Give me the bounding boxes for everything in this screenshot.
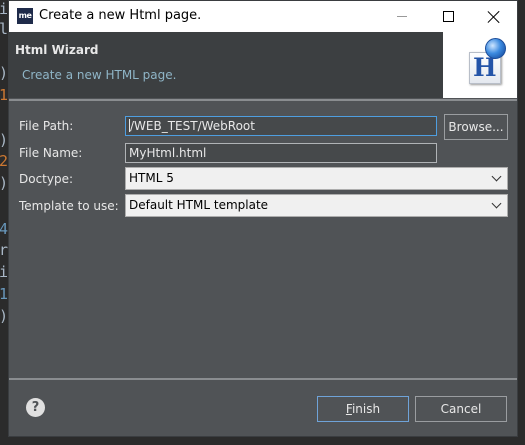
- footer-divider: [9, 378, 517, 380]
- file-name-label: File Name:: [19, 146, 83, 160]
- editor-background: i l ) 1 ) 2 ) 4 r i 1 ): [0, 0, 8, 445]
- editor-glyph: 4: [0, 220, 9, 238]
- editor-glyph: i: [0, 0, 9, 18]
- editor-glyph: 2: [0, 152, 9, 170]
- wizard-title: Html Wizard: [15, 43, 99, 57]
- maximize-button[interactable]: [425, 1, 471, 32]
- doctype-value: HTML 5: [129, 171, 174, 185]
- browse-button[interactable]: Browse...: [444, 114, 508, 140]
- editor-glyph: i: [0, 263, 9, 281]
- chevron-down-icon: [491, 198, 502, 209]
- finish-label-rest: inish: [351, 402, 381, 416]
- editor-glyph: ): [0, 133, 8, 148]
- file-name-value: MyHtml.html: [129, 146, 207, 160]
- wizard-banner-image: H: [443, 32, 517, 98]
- doctype-label: Doctype:: [19, 172, 74, 186]
- close-icon: [488, 11, 500, 23]
- finish-button[interactable]: Finish: [317, 396, 409, 422]
- cancel-button[interactable]: Cancel: [415, 396, 507, 422]
- editor-glyph: l: [0, 20, 9, 38]
- template-select[interactable]: Default HTML template: [125, 194, 508, 217]
- file-name-input[interactable]: MyHtml.html: [125, 143, 437, 163]
- editor-glyph: ): [0, 176, 8, 191]
- window-title: Create a new Html page.: [39, 8, 202, 23]
- doctype-select[interactable]: HTML 5: [125, 167, 508, 190]
- close-button[interactable]: [471, 1, 517, 32]
- globe-icon: [485, 38, 506, 59]
- minimize-icon: [397, 16, 407, 17]
- template-label: Template to use:: [19, 199, 119, 213]
- editor-glyph: 1: [0, 86, 9, 104]
- editor-glyph: 1: [0, 285, 9, 303]
- minimize-button[interactable]: [379, 1, 425, 32]
- file-path-input[interactable]: /WEB_TEST/WebRoot: [125, 116, 437, 136]
- template-value: Default HTML template: [129, 198, 269, 212]
- file-path-label: File Path:: [19, 119, 74, 133]
- wizard-description: Create a new HTML page.: [22, 68, 177, 82]
- maximize-icon: [442, 11, 454, 22]
- file-path-value: /WEB_TEST/WebRoot: [130, 119, 255, 133]
- help-icon[interactable]: ?: [26, 398, 45, 417]
- editor-glyph: r: [0, 241, 9, 259]
- editor-glyph: ): [0, 309, 8, 324]
- wizard-header: Html Wizard Create a new HTML page. H: [9, 32, 517, 98]
- editor-glyph: ): [0, 66, 8, 81]
- app-logo-icon: me: [17, 8, 33, 24]
- title-bar[interactable]: me Create a new Html page.: [9, 1, 517, 32]
- header-divider: [9, 99, 517, 101]
- new-html-dialog: me Create a new Html page. Html Wizard C…: [8, 0, 518, 437]
- chevron-down-icon: [491, 171, 502, 182]
